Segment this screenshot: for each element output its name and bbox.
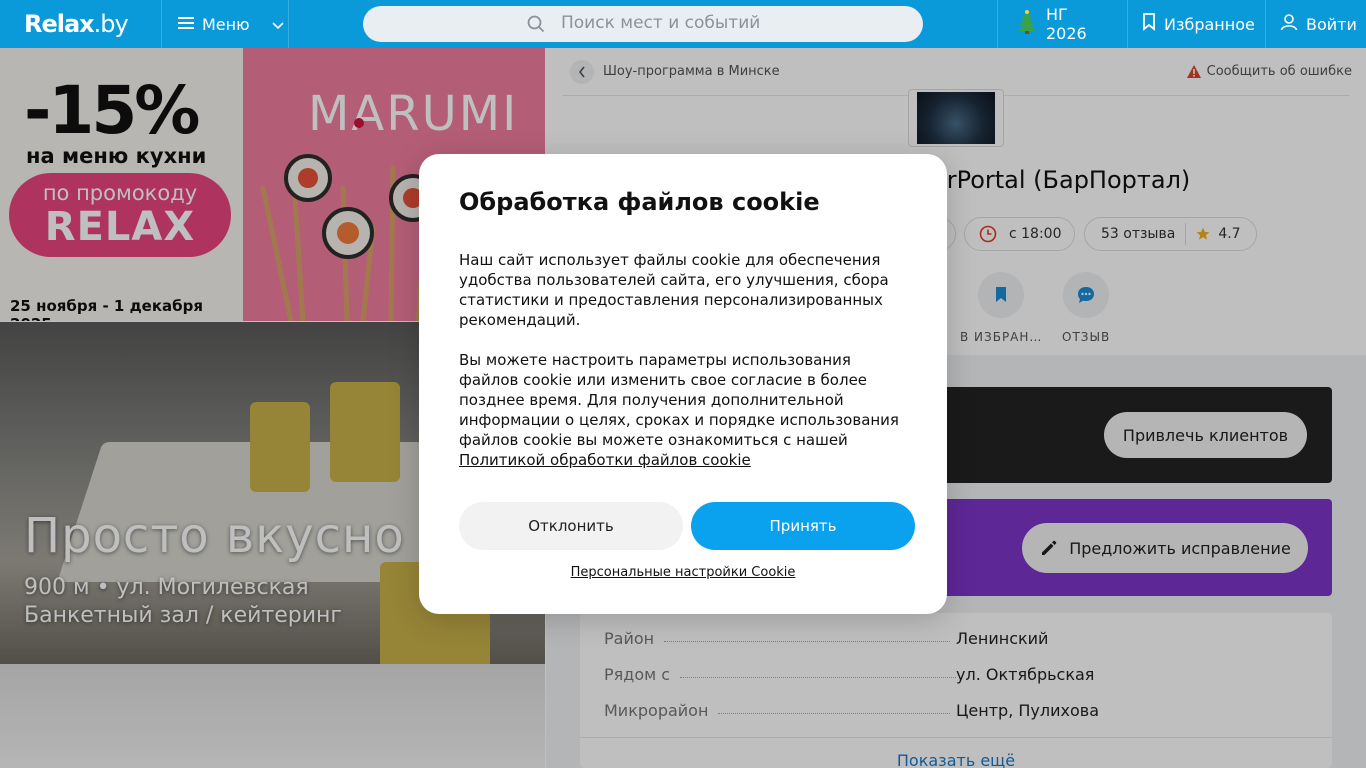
site-header: Relax .by Меню Поиск мест и событий НГ 20… [0, 0, 1366, 48]
rating-value: 4.7 [1218, 226, 1241, 242]
logo-main: Relax [24, 10, 95, 38]
info-row-microdistrict: Микрорайон Центр, Пулихова [604, 692, 1308, 728]
suggest-edit-label: Предложить исправление [1069, 538, 1291, 558]
pencil-icon [1042, 540, 1057, 555]
info-row-nearby: Рядом с ул. Октябрьская [604, 656, 1308, 692]
cookie-paragraph-1: Наш сайт использует файлы cookie для обе… [459, 251, 889, 329]
info-value: Ленинский [956, 628, 1049, 648]
place-title: arPortal (БарПортал) [932, 166, 1191, 194]
bookmark-icon [978, 272, 1025, 318]
ad-subtitle: на меню кухни [26, 144, 207, 168]
login-link[interactable]: Войти [1265, 0, 1366, 48]
ad-promo-code: RELAX [44, 204, 196, 250]
chevron-down-icon [272, 15, 284, 34]
venue-distance-street: 900 м • ул. Могилевская [24, 575, 309, 600]
venue-title: Просто вкусно [24, 508, 405, 564]
cookie-policy-link[interactable]: Политикой обработки файлов cookie [459, 451, 751, 469]
hours-label: с 18:00 [1009, 226, 1062, 242]
search-placeholder: Поиск мест и событий [561, 13, 761, 33]
clock-icon [979, 225, 997, 243]
user-icon [1280, 13, 1298, 35]
suggest-edit-button[interactable]: Предложить исправление [1022, 523, 1308, 573]
cookie-settings-link[interactable]: Персональные настройки Cookie [419, 565, 947, 580]
reviews-count: 53 отзыва [1101, 226, 1176, 242]
attract-clients-button[interactable]: Привлечь клиентов [1104, 412, 1307, 458]
reviews-chip[interactable]: 53 отзыва 4.7 [1084, 217, 1257, 251]
info-value: Центр, Пулихова [956, 700, 1099, 720]
breadcrumb-link[interactable]: Шоу-программа в Минске [603, 64, 780, 79]
site-logo[interactable]: Relax .by [0, 0, 162, 48]
cookie-paragraph-2-text: Вы можете настроить параметры использова… [459, 351, 899, 449]
cookie-modal-body: Наш сайт использует файлы cookie для обе… [459, 250, 909, 470]
star-icon [1196, 227, 1210, 240]
login-label: Войти [1306, 14, 1357, 34]
info-key: Микрорайон [604, 700, 709, 720]
favorites-link[interactable]: Избранное [1127, 0, 1265, 48]
favorites-label: Избранное [1164, 14, 1255, 34]
info-key: Район [604, 628, 655, 648]
photo-chair [330, 382, 400, 482]
ad-left-panel: -15% на меню кухни по промокоду RELAX 25… [0, 48, 243, 321]
ad-dates: 25 ноября - 1 декабря 2025 [10, 297, 204, 321]
info-row-district: Район Ленинский [604, 620, 1308, 656]
write-review-button[interactable]: ОТЗЫВ [1062, 272, 1110, 344]
search-input[interactable]: Поиск мест и событий [363, 6, 923, 42]
info-key: Рядом с [604, 664, 671, 684]
review-action-label: ОТЗЫВ [1062, 330, 1111, 344]
favorites-action-label: В ИЗБРАН… [960, 330, 1043, 344]
chat-bubble-icon [1063, 272, 1110, 318]
christmas-tree-icon [1016, 10, 1038, 38]
menu-button[interactable]: Меню [162, 0, 289, 48]
warning-icon [1186, 65, 1201, 78]
chip-divider [1185, 223, 1187, 245]
venue-meta: 900 м • ул. Могилевская Банкетный зал / … [24, 574, 342, 630]
place-thumbnail-image [917, 92, 995, 144]
location-info-card: Район Ленинский Рядом с ул. Октябрьская … [580, 613, 1332, 768]
bookmark-icon [1142, 13, 1156, 35]
cookie-paragraph-2: Вы можете настроить параметры использова… [459, 350, 909, 470]
decline-button[interactable]: Отклонить [459, 502, 683, 550]
accept-button[interactable]: Принять [691, 502, 915, 550]
place-thumbnail[interactable] [908, 89, 1004, 147]
photo-chair [250, 402, 310, 492]
new-year-label: НГ 2026 [1046, 5, 1087, 43]
dotted-leader [664, 634, 951, 642]
report-error-label: Сообщить об ошибке [1206, 64, 1352, 79]
add-to-favorites-button[interactable]: В ИЗБРАН… [960, 272, 1042, 344]
search-icon [527, 15, 545, 38]
new-year-link[interactable]: НГ 2026 [997, 0, 1127, 48]
logo-tld: .by [93, 10, 129, 38]
dotted-leader [680, 670, 957, 678]
cookie-consent-modal: Обработка файлов cookie Наш сайт использ… [419, 154, 947, 614]
ad-discount: -15% [24, 72, 200, 149]
hours-chip[interactable]: с 18:00 [964, 217, 1075, 251]
back-button[interactable] [570, 59, 594, 84]
report-error-link[interactable]: Сообщить об ошибке [1186, 64, 1352, 79]
menu-label: Меню [202, 14, 250, 34]
show-more-link[interactable]: Показать ещё [580, 751, 1332, 768]
cookie-modal-title: Обработка файлов cookie [459, 188, 820, 216]
hamburger-icon [178, 15, 194, 34]
info-value: ул. Октябрьская [956, 664, 1095, 684]
venue-category: Банкетный зал / кейтеринг [24, 603, 342, 628]
divider [580, 737, 1332, 738]
search-wrap: Поиск мест и событий [289, 6, 997, 42]
next-card-preview [0, 664, 545, 768]
ad-promo-pill: по промокоду RELAX [9, 173, 231, 257]
chevron-left-icon [578, 66, 585, 77]
ad-promo-line: по промокоду [42, 181, 198, 205]
dotted-leader [718, 706, 951, 714]
